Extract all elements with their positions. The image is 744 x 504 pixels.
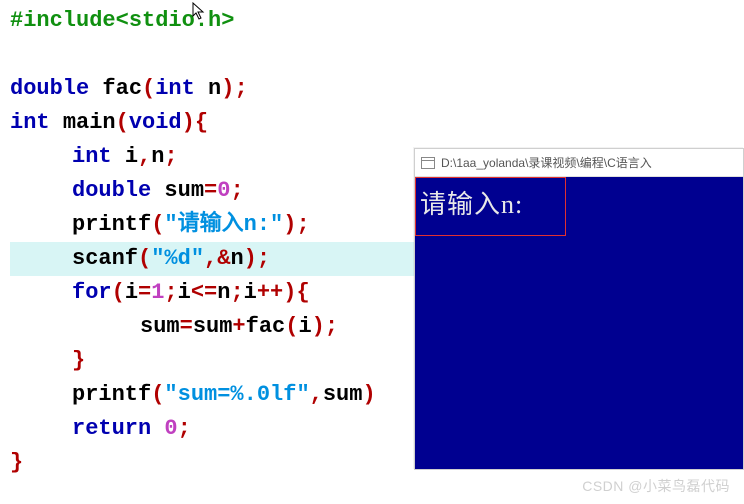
semicolon: ; <box>296 212 309 237</box>
lbrace: { <box>296 280 309 305</box>
string-literal: "sum=%.0lf" <box>164 382 309 407</box>
semicolon: ; <box>164 280 177 305</box>
var-name: i <box>298 314 311 339</box>
semicolon: ; <box>164 144 177 169</box>
fn-name: fac <box>102 76 142 101</box>
plus-op: + <box>232 314 245 339</box>
terminal-title-text: D:\1aa_yolanda\录课视频\编程\C语言入 <box>441 154 652 171</box>
fn-call: fac <box>246 314 286 339</box>
var-name: sum <box>193 314 233 339</box>
var-name: i <box>178 280 191 305</box>
lparen: ( <box>138 246 151 271</box>
code-line-blank <box>10 38 734 72</box>
fn-name: main <box>63 110 116 135</box>
rbrace: } <box>10 450 23 475</box>
lparen: ( <box>112 280 125 305</box>
semicolon: ; <box>234 76 247 101</box>
var-name: i <box>125 280 138 305</box>
equals: = <box>180 314 193 339</box>
mouse-cursor-icon <box>192 2 206 25</box>
semicolon: ; <box>178 416 191 441</box>
ampersand: & <box>217 246 230 271</box>
lparen: ( <box>116 110 129 135</box>
semicolon: ; <box>257 246 270 271</box>
type-token: double <box>72 178 151 203</box>
preproc-token: #include <box>10 8 116 33</box>
equals: = <box>204 178 217 203</box>
rbrace: } <box>72 348 85 373</box>
num-literal: 1 <box>151 280 164 305</box>
fn-call: scanf <box>72 246 138 271</box>
rparen: ) <box>312 314 325 339</box>
semicolon: ; <box>230 178 243 203</box>
type-token: int <box>72 144 112 169</box>
terminal-titlebar[interactable]: D:\1aa_yolanda\录课视频\编程\C语言入 <box>415 149 743 177</box>
comma: , <box>204 246 217 271</box>
var-name: n <box>151 144 164 169</box>
var-name: n <box>217 280 230 305</box>
type-token: int <box>10 110 50 135</box>
inc-op: ++ <box>257 280 283 305</box>
rparen: ) <box>244 246 257 271</box>
var-name: sum <box>323 382 363 407</box>
le-op: <= <box>191 280 217 305</box>
header-name: stdio.h <box>129 8 221 33</box>
num-literal: 0 <box>164 416 177 441</box>
type-token: double <box>10 76 89 101</box>
var-name: sum <box>140 314 180 339</box>
string-literal: "请输入n:" <box>164 212 283 237</box>
watermark-text: CSDN @小菜鸟磊代码 <box>582 476 730 496</box>
rparen: ) <box>221 76 234 101</box>
var-name: i <box>244 280 257 305</box>
lparen: ( <box>142 76 155 101</box>
num-literal: 0 <box>217 178 230 203</box>
rparen: ) <box>182 110 195 135</box>
var-name: sum <box>164 178 204 203</box>
code-line: int main(void){ <box>10 106 734 140</box>
terminal-body[interactable]: 请输入n: <box>415 177 743 469</box>
equals: = <box>138 280 151 305</box>
rparen: ) <box>362 382 375 407</box>
rparen: ) <box>283 280 296 305</box>
var-name: n <box>230 246 243 271</box>
angle-gt: > <box>221 8 234 33</box>
fn-call: printf <box>72 212 151 237</box>
code-line: #include<stdio.h> <box>10 4 734 38</box>
string-literal: "%d" <box>151 246 204 271</box>
lparen: ( <box>151 212 164 237</box>
comma: , <box>310 382 323 407</box>
void-token: void <box>129 110 182 135</box>
var-name: i <box>125 144 138 169</box>
keyword-for: for <box>72 280 112 305</box>
comma: , <box>138 144 151 169</box>
lbrace: { <box>195 110 208 135</box>
fn-call: printf <box>72 382 151 407</box>
arg-type: int <box>155 76 195 101</box>
arg-name: n <box>208 76 221 101</box>
terminal-prompt: 请输入n: <box>415 177 566 236</box>
angle-lt: < <box>116 8 129 33</box>
code-line: double fac(int n); <box>10 72 734 106</box>
keyword-return: return <box>72 416 151 441</box>
semicolon: ; <box>230 280 243 305</box>
rparen: ) <box>283 212 296 237</box>
lparen: ( <box>285 314 298 339</box>
semicolon: ; <box>325 314 338 339</box>
lparen: ( <box>151 382 164 407</box>
terminal-window[interactable]: D:\1aa_yolanda\录课视频\编程\C语言入 请输入n: <box>414 148 744 470</box>
window-icon <box>421 157 435 169</box>
